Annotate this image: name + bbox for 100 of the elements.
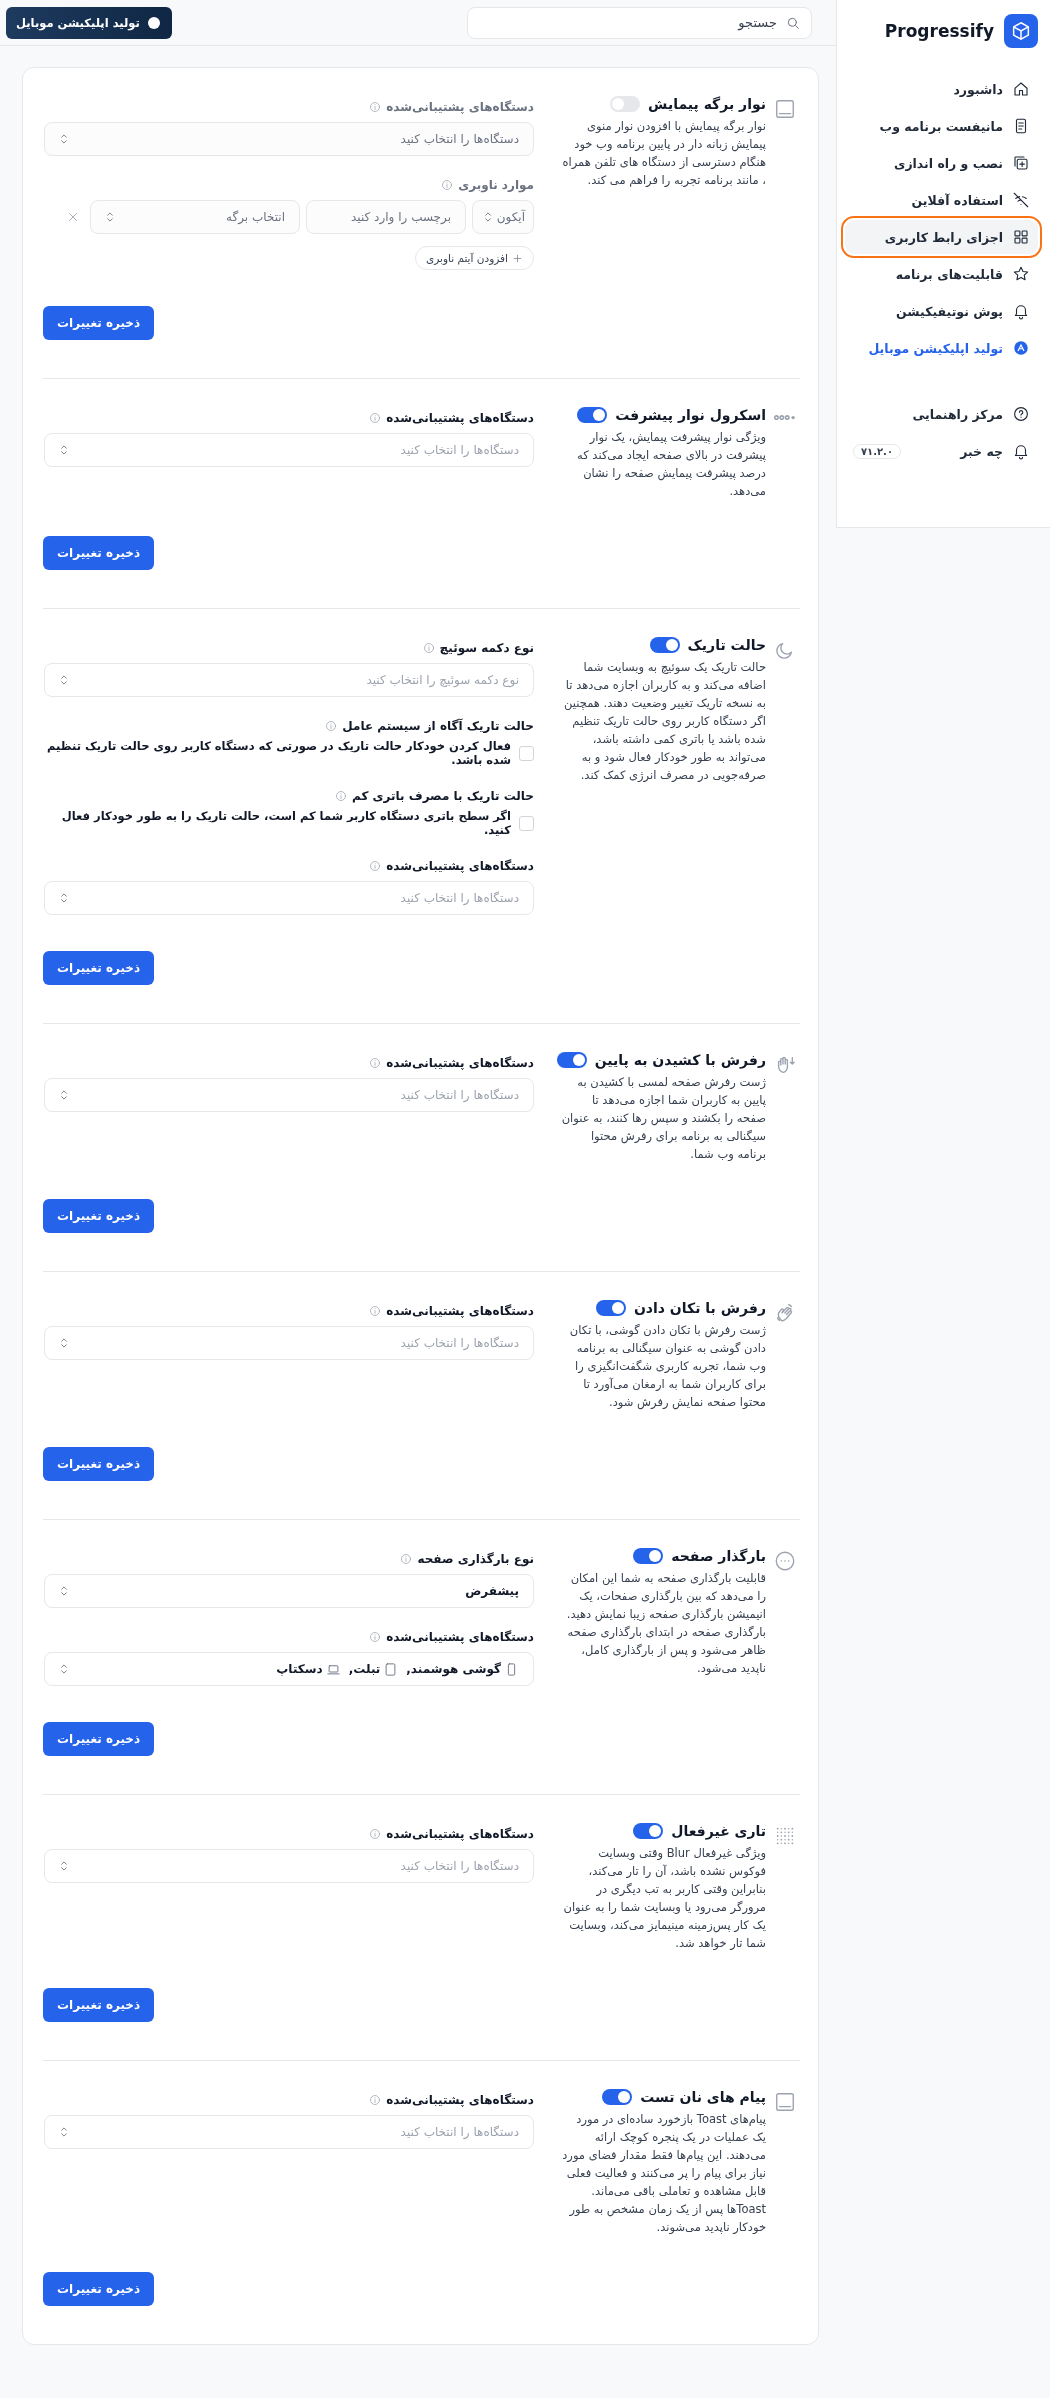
select-field[interactable]: دستگاه‌ها را انتخاب کنید: [44, 433, 534, 467]
select-field[interactable]: دستگاه‌ها را انتخاب کنید: [44, 881, 534, 915]
sidebar-item[interactable]: داشبورد: [845, 72, 1038, 106]
info-icon: [369, 1828, 382, 1840]
feature-description: حالت تاریک یک سوئیچ به وبسایت شما اضافه می‌کند و به کاربران اجازه می‌دهد تا به نسخه تاریک تغییر وضعیت دهند. همچنین اگر دستگاه کاربر روی حالت تاریک تنظیم شده باشد یا باتری کمی داشته باشد، می‌تواند به طور خودکار فعال شود و به صرفه‌جویی در مصرف انرژی کمک کند.: [563, 659, 766, 784]
info-icon: [400, 1553, 413, 1565]
plus-icon: [512, 252, 523, 264]
toggle-switch[interactable]: [633, 1548, 664, 1564]
search-placeholder: جستجو: [738, 15, 777, 30]
field-label: دستگاه‌های پشتیبانی‌شده: [386, 859, 534, 873]
save-button[interactable]: ذخیره تغییرات: [43, 1722, 155, 1756]
select-field[interactable]: گوشی هوشمند, تبلت, دسکتاپ: [44, 1652, 534, 1686]
dot-grid-icon: [774, 1825, 796, 1847]
field-label: دستگاه‌های پشتیبانی‌شده: [386, 2093, 534, 2107]
tablet-icon: [383, 1661, 399, 1677]
select-placeholder: دستگاه‌ها را انتخاب کنید: [400, 1336, 519, 1350]
sidebar-item[interactable]: چه خبر ۷۱.۲.۰: [845, 434, 1038, 468]
sidebar-item[interactable]: مرکز راهنمایی: [845, 397, 1038, 431]
select-placeholder: دستگاه‌ها را انتخاب کنید: [400, 443, 519, 457]
select-placeholder: نوع دکمه سوئیچ را انتخاب کنید: [366, 673, 519, 687]
toggle-switch[interactable]: [556, 1052, 587, 1068]
select-field[interactable]: دستگاه‌ها را انتخاب کنید: [44, 1849, 534, 1883]
logo-icon: [1010, 20, 1032, 42]
bell-icon: [1012, 302, 1030, 320]
info-icon: [441, 179, 454, 191]
feature-title: نوار برگه پیمایش: [648, 96, 766, 112]
select-field[interactable]: دستگاه‌ها را انتخاب کنید: [44, 122, 534, 156]
sidebar-item[interactable]: پوش نوتیفیکیشن: [845, 294, 1038, 328]
field-label: دستگاه‌های پشتیبانی‌شده: [386, 1630, 534, 1644]
checkbox[interactable]: [519, 745, 534, 761]
select-field[interactable]: پیشفرض: [44, 1574, 534, 1608]
toggle-switch[interactable]: [633, 1823, 664, 1839]
page-select[interactable]: انتخاب برگه: [90, 200, 300, 234]
device-label: تبلت,: [348, 1662, 381, 1676]
save-button[interactable]: ذخیره تغییرات: [43, 2272, 155, 2306]
info-icon: [369, 2094, 382, 2106]
search-field[interactable]: جستجو: [467, 6, 812, 39]
select-placeholder: آیکون: [496, 210, 525, 224]
select-placeholder: دستگاه‌ها را انتخاب کنید: [400, 132, 519, 146]
toggle-switch[interactable]: [610, 96, 641, 112]
select-value: پیشفرض: [465, 1584, 519, 1598]
field-label: حالت تاریک با مصرف باتری کم: [352, 789, 534, 803]
save-button[interactable]: ذخیره تغییرات: [43, 1447, 155, 1481]
bell-icon: [1012, 442, 1030, 460]
toggle-switch[interactable]: [595, 1300, 626, 1316]
feature-title: تاری غیرفعال: [671, 1823, 766, 1839]
sidebar-item[interactable]: تولید اپلیکیشن موبایل: [845, 331, 1038, 365]
info-icon: [369, 1631, 382, 1643]
icon-select[interactable]: آیکون: [472, 200, 534, 234]
info-icon: [369, 1305, 382, 1317]
checkbox-label: فعال کردن خودکار حالت تاریک در صورتی که دستگاه کاربر روی حالت تاریک تنظیم شده باشد.: [46, 739, 511, 767]
panel-icon: [774, 98, 796, 120]
field-label: نوع بارگذاری صفحه: [417, 1552, 534, 1566]
label-input[interactable]: برچسب را وارد کنید: [306, 200, 466, 234]
feature-title: اسکرول نوار پیشرفت: [615, 407, 766, 423]
sidebar-item[interactable]: استفاده آفلاین: [845, 183, 1038, 217]
info-icon: [325, 720, 338, 732]
save-button[interactable]: ذخیره تغییرات: [43, 306, 155, 340]
sidebar-item[interactable]: مانیفست برنامه وب: [845, 109, 1038, 143]
add-box-icon: [1012, 154, 1030, 172]
help-icon: [1012, 405, 1030, 423]
info-icon: [335, 790, 347, 802]
select-placeholder: دستگاه‌ها را انتخاب کنید: [400, 1859, 519, 1873]
select-placeholder: دستگاه‌ها را انتخاب کنید: [400, 2125, 519, 2139]
info-icon: [369, 1057, 382, 1069]
select-field[interactable]: نوع دکمه سوئیچ را انتخاب کنید: [44, 663, 534, 697]
feature-title: بارگذار صفحه: [671, 1548, 766, 1564]
toggle-switch[interactable]: [602, 2089, 633, 2105]
toggle-switch[interactable]: [577, 407, 608, 423]
field-label: حالت تاریک آگاه از سیستم عامل: [342, 719, 534, 733]
save-button[interactable]: ذخیره تغییرات: [43, 1199, 155, 1233]
feature-title: حالت تاریک: [687, 637, 766, 653]
field-label: دستگاه‌های پشتیبانی‌شده: [386, 1304, 534, 1318]
checkbox-label: اگر سطح باتری دستگاه کاربر شما کم است، حالت تاریک را به طور خودکار فعال کنید.: [60, 809, 511, 837]
save-button[interactable]: ذخیره تغییرات: [43, 951, 155, 985]
star-icon: [1012, 265, 1030, 283]
save-button[interactable]: ذخیره تغییرات: [43, 1988, 155, 2022]
feature-description: ویژگی غیرفعال Blur وقتی وبسایت فوکوس نشده باشد، آن را تار می‌کند، بنابراین وقتی کاربر به تب دیگری در مرورگر می‌رود یا وبسایت شما را به عنوان یک کار پس‌زمینه مینیمایز می‌کند، وبسایت شما تار خواهد شد.: [562, 1845, 766, 1952]
select-placeholder: دستگاه‌ها را انتخاب کنید: [400, 891, 519, 905]
sidebar-item[interactable]: قابلیت‌های برنامه: [845, 257, 1038, 291]
feature-description: پیام‌های Toast بازخورد ساده‌ای در مورد یک عملیات در یک پنجره کوچک ارائه می‌دهند. این پیام‌ها فقط مقدار فضای مورد نیاز برای پیام را پر می‌کنند و فعالیت فعلی قابل مشاهده و تعاملی باقی می‌ماند. Toastها پس از یک زمان مشخص به طور خودکار ناپدید می‌شوند.: [561, 2111, 766, 2236]
save-button[interactable]: ذخیره تغییرات: [43, 536, 155, 570]
wifi-off-icon: [1012, 191, 1030, 209]
select-field[interactable]: دستگاه‌ها را انتخاب کنید: [44, 2115, 534, 2149]
panel-icon: [774, 2091, 796, 2113]
device-label: دسکتاپ: [276, 1662, 323, 1676]
select-field[interactable]: دستگاه‌ها را انتخاب کنید: [44, 1326, 534, 1360]
ellipsis-circle-icon: [774, 1550, 796, 1572]
checkbox[interactable]: [519, 815, 534, 831]
close-icon: [66, 210, 80, 224]
feature-description: قابلیت بارگذاری صفحه به شما این امکان را می‌دهد که بین بارگذاری صفحات، یک انیمیشن بارگذاری صفحه زیبا نمایش دهید. بارگذاری صفحه در ابتدای بارگذاری صفحه ظاهر می‌شود و پس از بارگذاری کامل، ناپدید می‌شود.: [565, 1570, 766, 1677]
select-placeholder: دستگاه‌ها را انتخاب کنید: [400, 1088, 519, 1102]
mobile-app-button[interactable]: تولید اپلیکیشن موبایل: [6, 6, 172, 39]
select-field[interactable]: دستگاه‌ها را انتخاب کنید: [44, 1078, 534, 1112]
field-label: دستگاه‌های پشتیبانی‌شده: [386, 1056, 534, 1070]
sidebar-item[interactable]: نصب و راه اندازی: [845, 146, 1038, 180]
add-nav-item-button[interactable]: افزودن آیتم ناوبری: [415, 246, 534, 270]
dots-icon: [774, 415, 796, 421]
toggle-switch[interactable]: [649, 637, 680, 653]
info-icon: [369, 860, 382, 872]
